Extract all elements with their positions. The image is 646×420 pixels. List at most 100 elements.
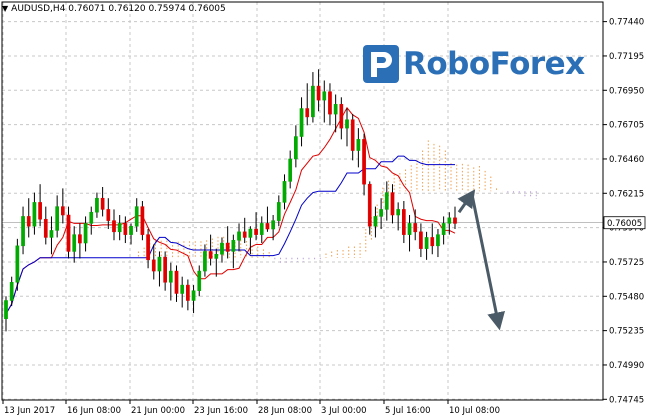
candle-body: [339, 104, 344, 129]
x-tick-label: 16 Jun 08:00: [67, 406, 121, 416]
candle-body: [288, 158, 293, 182]
candle-body: [220, 242, 224, 255]
tenkan-sen-line: [5, 106, 456, 315]
candle-body: [49, 230, 54, 238]
candle-body: [419, 231, 423, 249]
y-tick-label: 0.74990: [609, 361, 644, 371]
candle-body: [186, 284, 190, 301]
candle-body: [356, 139, 361, 151]
arrow-down-segment: [470, 194, 506, 331]
candle-body: [83, 223, 88, 244]
y-tick-label: 0.74745: [609, 395, 644, 405]
symbol-timeframe: AUDUSD,H4: [11, 4, 66, 14]
x-tick-label: 21 Jun 00:00: [131, 406, 185, 416]
candle-body: [271, 220, 275, 230]
candle-body: [322, 91, 327, 101]
collapse-triangle-icon[interactable]: ▼: [2, 3, 8, 15]
candle-body: [146, 234, 150, 261]
y-tick-label: 0.77440: [609, 18, 644, 28]
candle-body: [231, 239, 236, 252]
candle-body: [95, 197, 99, 213]
x-tick-label: 28 Jun 08:00: [258, 406, 312, 416]
candle-body: [197, 270, 202, 291]
candle-body: [333, 104, 338, 115]
candle-body: [276, 202, 281, 221]
candle-body: [447, 217, 452, 224]
candle-body: [413, 223, 418, 233]
y-tick-label: 0.75235: [609, 327, 644, 337]
ohlc-readout: 0.76071 0.76120 0.75974 0.76005: [68, 4, 226, 14]
x-tick-label: 23 Jun 16:00: [194, 406, 248, 416]
x-tick-label: 3 Jul 00:00: [321, 406, 367, 416]
arrow-up-segment: [457, 189, 476, 214]
x-tick-label: 10 Jul 08:00: [449, 406, 500, 416]
candle-body: [367, 183, 372, 227]
y-tick-label: 0.75480: [609, 292, 644, 302]
candle-body: [43, 218, 48, 238]
candle-body: [350, 119, 355, 151]
candle-body: [174, 270, 179, 294]
candle-body: [203, 251, 207, 272]
candle-body: [407, 223, 412, 235]
x-tick-label: 5 Jul 16:00: [385, 406, 431, 416]
candle-body: [430, 237, 435, 247]
candle-body: [4, 300, 8, 319]
ichimoku-lines: [5, 106, 456, 315]
candle-body: [259, 223, 264, 235]
candle-body: [38, 202, 42, 220]
candle-body: [151, 259, 156, 272]
x-tick-label: 13 Jun 2017: [4, 406, 55, 416]
candle-body: [208, 251, 213, 259]
candle-body: [123, 223, 128, 235]
candle-body: [453, 217, 457, 224]
candle-body: [248, 228, 253, 238]
candle-body: [191, 290, 196, 301]
candle-body: [436, 234, 440, 247]
candle-body: [316, 85, 321, 101]
candle-body: [140, 206, 145, 235]
candle-body: [299, 108, 304, 137]
symbol-header: ▼ AUDUSD,H4 0.76071 0.76120 0.75974 0.760…: [2, 3, 226, 15]
candle-body: [15, 245, 20, 283]
candle-body: [134, 206, 139, 227]
candle-body: [237, 231, 241, 241]
y-tick-label: 0.76705: [609, 121, 644, 131]
chart-window: 0.77440 0.77195 0.76950 0.76705 0.76460 0.762…: [0, 0, 646, 420]
candle-body: [9, 282, 14, 301]
logo-wordmark: RoboForex: [403, 46, 585, 82]
y-tick-label: 0.75725: [609, 258, 644, 268]
roboforex-logo: RoboForex: [362, 44, 585, 84]
y-tick-label: 0.76460: [609, 155, 644, 165]
candle-body: [265, 223, 270, 230]
y-tick-label: 0.76215: [609, 189, 644, 199]
candle-body: [424, 237, 429, 249]
candle-body: [180, 284, 185, 294]
candle-body: [396, 209, 401, 216]
candle-body: [379, 209, 383, 217]
y-tick-label: 0.76950: [609, 86, 644, 96]
candle-body: [373, 216, 378, 227]
candle-body: [282, 181, 287, 203]
candle-body: [89, 211, 94, 224]
candle-body: [362, 139, 366, 185]
forecast-arrow: [457, 189, 506, 331]
candle-body: [106, 209, 111, 221]
candle-body: [168, 270, 173, 283]
y-tick-label: 0.77195: [609, 52, 644, 62]
candle-body: [55, 206, 60, 231]
candle-body: [254, 228, 258, 235]
candle-body: [21, 216, 25, 247]
candle-body: [242, 231, 247, 238]
candle-body: [129, 225, 133, 235]
candle-body: [100, 197, 105, 210]
candle-body: [294, 136, 298, 160]
candle-body: [384, 192, 389, 210]
candle-body: [72, 234, 77, 252]
candle-body: [225, 242, 230, 252]
candle-body: [157, 256, 162, 272]
candle-body: [60, 206, 65, 216]
candle-body: [390, 192, 395, 216]
candle-body: [311, 85, 315, 118]
candle-body: [214, 254, 219, 259]
candle-body: [78, 234, 82, 244]
